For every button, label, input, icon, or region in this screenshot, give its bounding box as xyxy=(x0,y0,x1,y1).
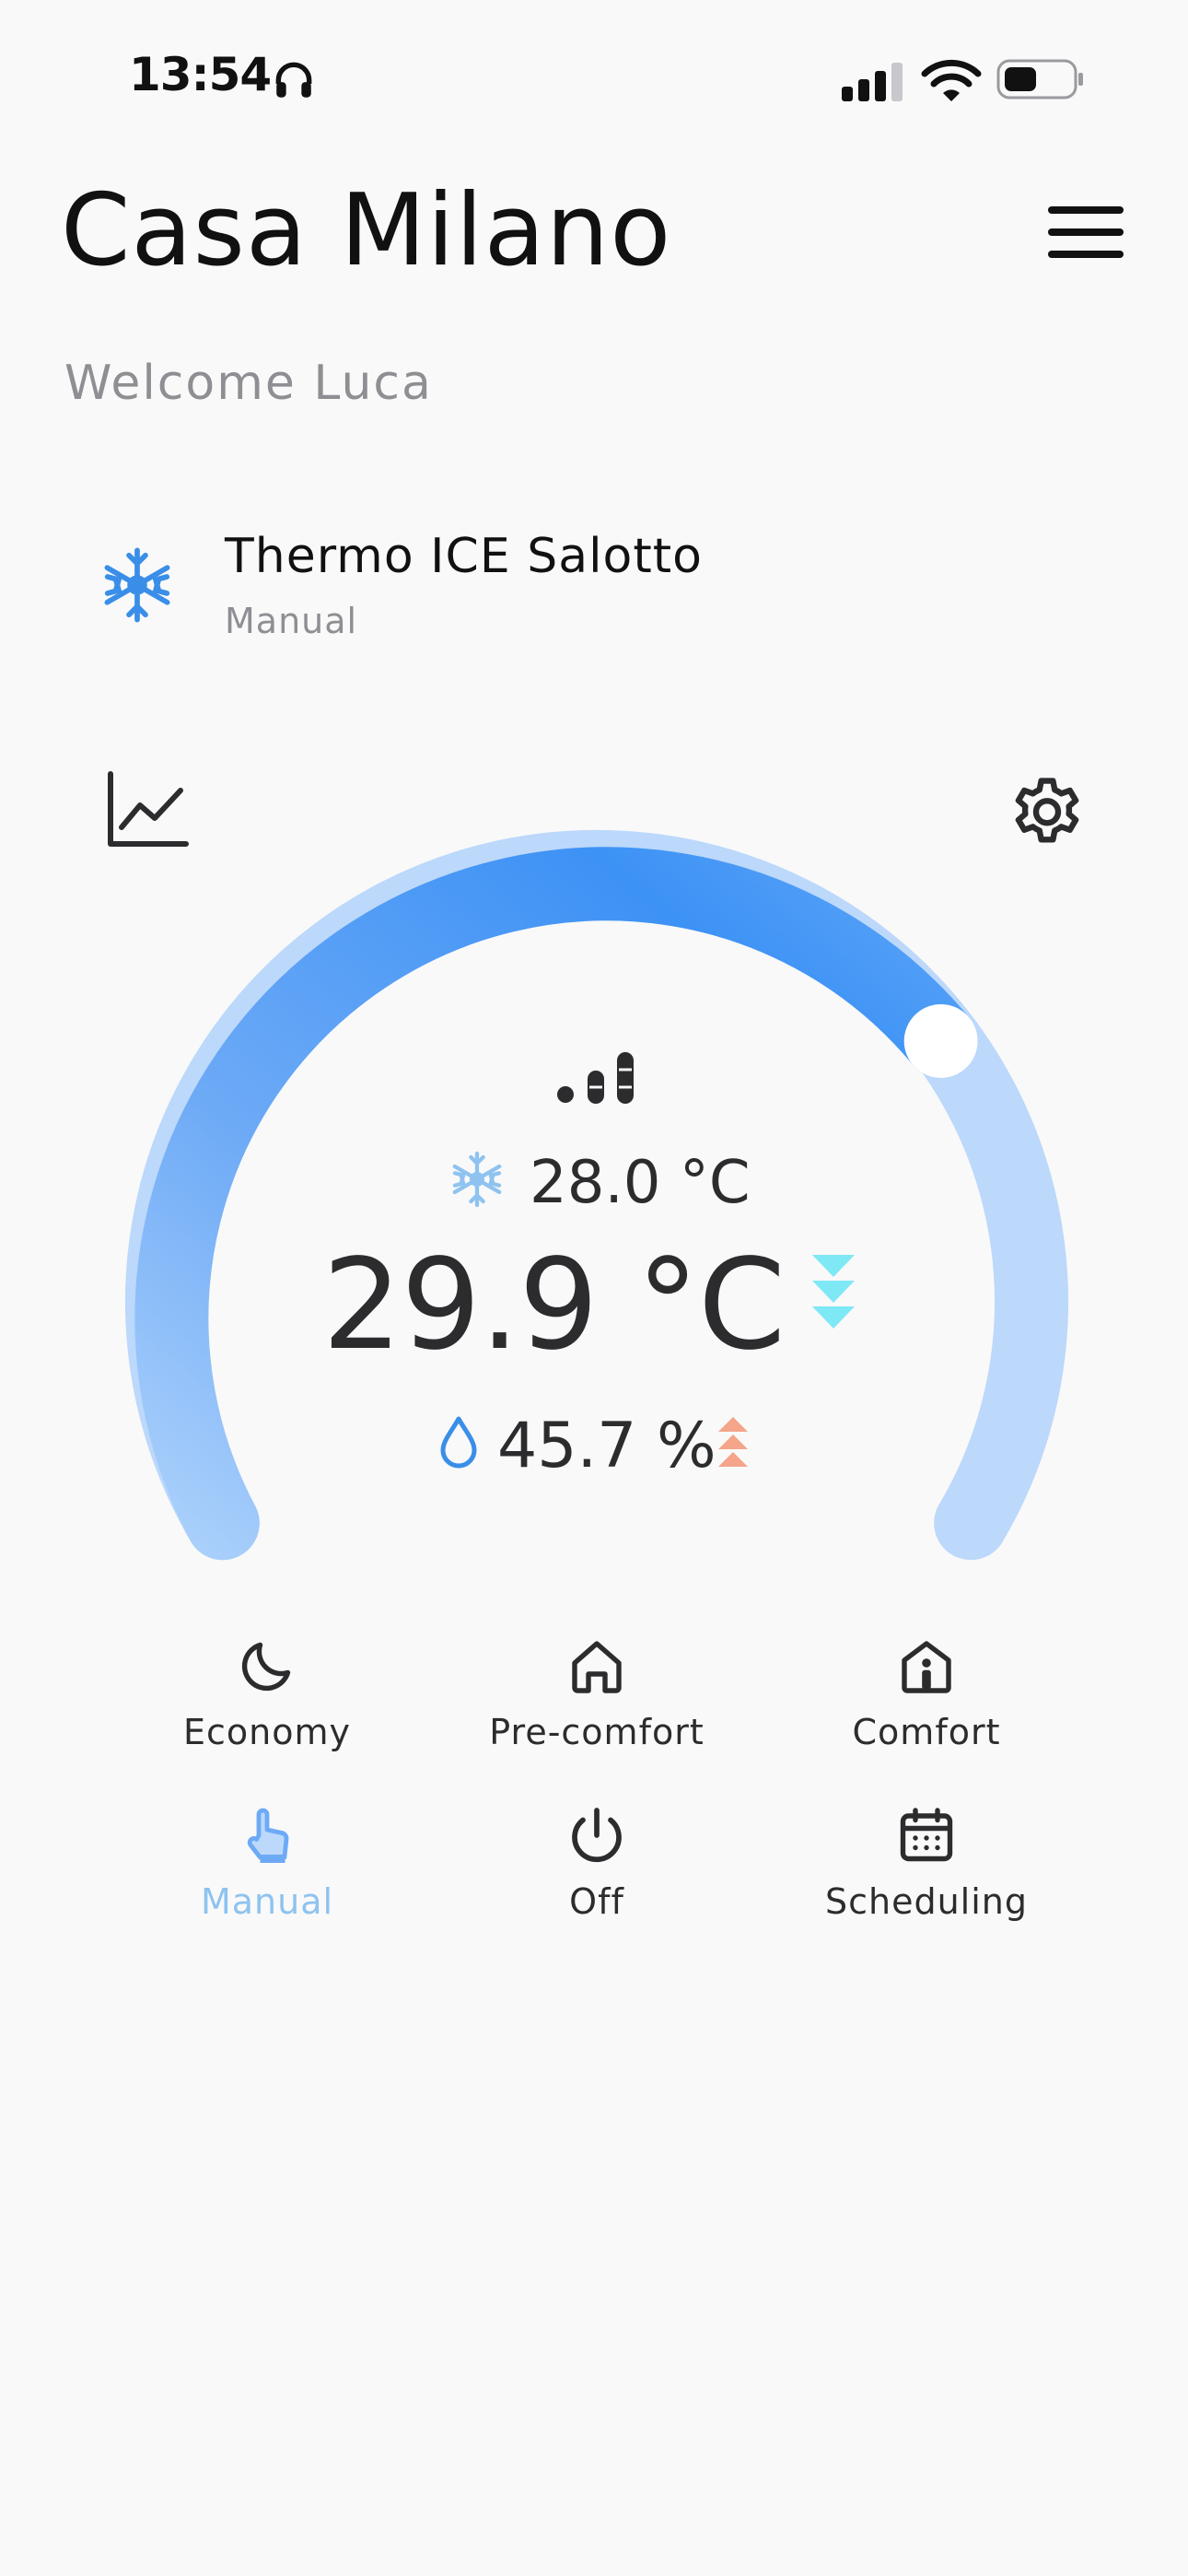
hand-pointer-icon xyxy=(247,1808,289,1863)
current-temperature: 29.9 °C xyxy=(322,1233,786,1378)
dial-knob[interactable] xyxy=(903,1004,978,1078)
trend-down-icon xyxy=(812,1255,855,1329)
mode-label: Off xyxy=(569,1881,624,1922)
power-icon xyxy=(572,1808,622,1862)
mode-off[interactable]: Off xyxy=(459,1802,735,1950)
mode-label: Scheduling xyxy=(824,1881,1028,1922)
humidity-value: 45.7 % xyxy=(497,1410,716,1482)
trend-up-icon xyxy=(718,1417,748,1467)
calendar-icon xyxy=(900,1808,953,1862)
fan-speed-icon xyxy=(557,1052,634,1104)
mode-label: Economy xyxy=(183,1712,351,1752)
mode-label: Manual xyxy=(200,1881,334,1922)
humidity-drop-icon xyxy=(440,1416,477,1469)
moon-icon xyxy=(241,1642,291,1692)
mode-label: Comfort xyxy=(852,1712,1001,1752)
mode-scheduling[interactable]: Scheduling xyxy=(788,1802,1065,1950)
setpoint-temperature: 28.0 °C xyxy=(530,1149,751,1217)
home-person-icon xyxy=(902,1641,951,1693)
setpoint-snowflake-icon xyxy=(452,1151,502,1208)
mode-comfort[interactable]: Comfort xyxy=(788,1633,1065,1780)
mode-pre-comfort[interactable]: Pre-comfort xyxy=(459,1633,735,1780)
mode-manual[interactable]: Manual xyxy=(129,1802,405,1950)
home-icon xyxy=(572,1641,622,1693)
mode-economy[interactable]: Economy xyxy=(129,1633,405,1780)
mode-label: Pre-comfort xyxy=(489,1712,705,1752)
